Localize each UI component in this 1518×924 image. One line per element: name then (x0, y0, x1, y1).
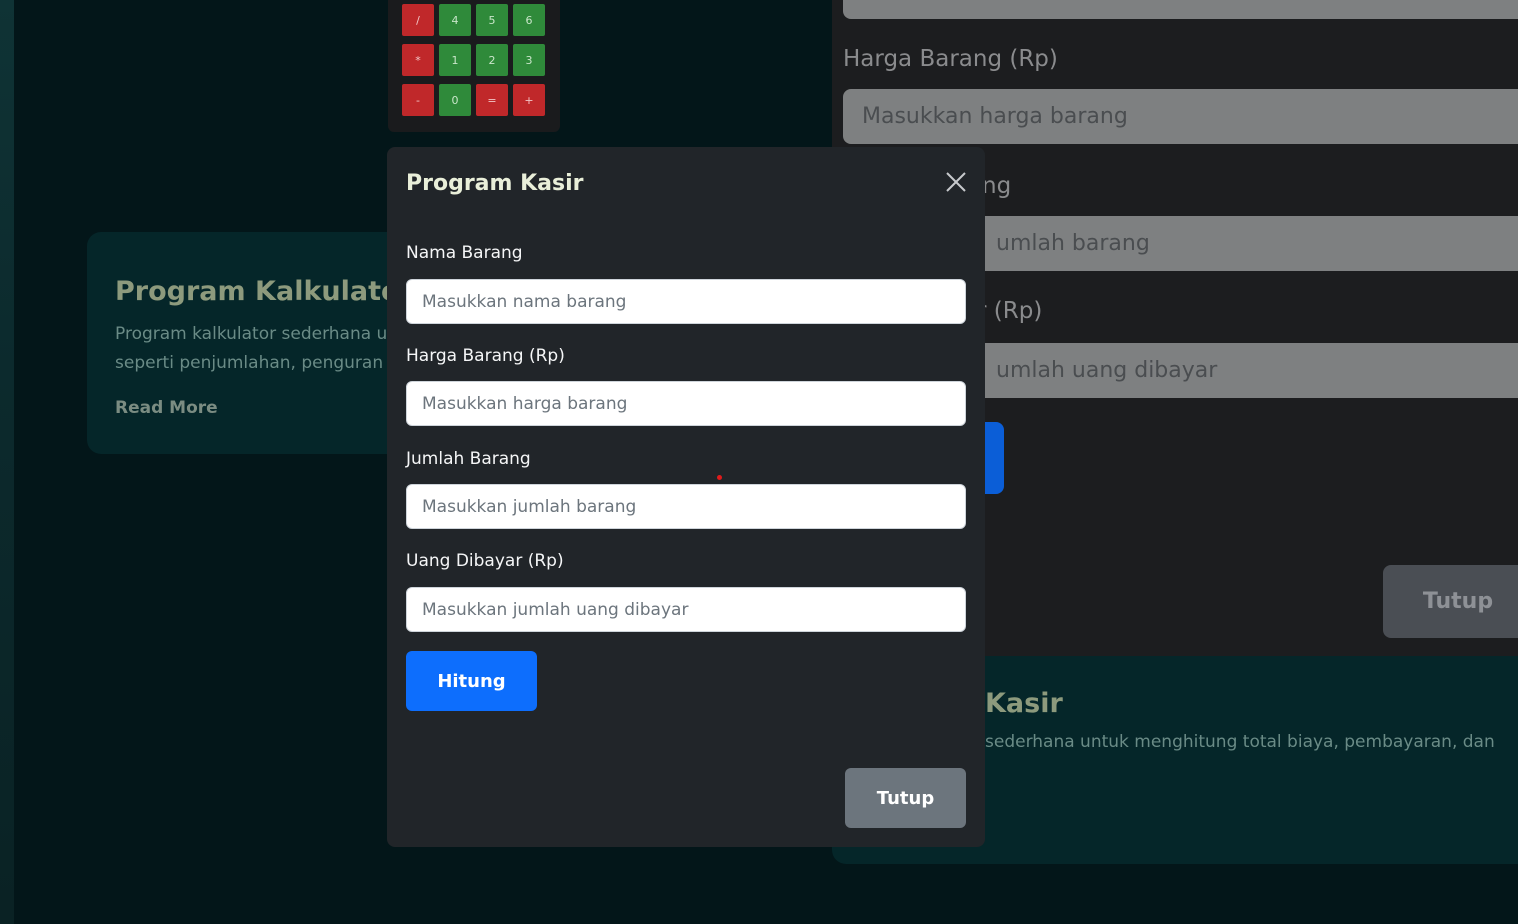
calculator-key: 0 (439, 84, 471, 116)
calculator-key: 6 (513, 4, 545, 36)
calculator-key: 5 (476, 4, 508, 36)
nama-barang-label: Nama Barang (406, 243, 523, 263)
calculator-key: 2 (476, 44, 508, 76)
card-description: Program kalkulator sederhana u seperti p… (115, 320, 407, 378)
jumlah-barang-label: Jumlah Barang (406, 449, 531, 469)
read-more-link[interactable]: Read More (115, 398, 218, 418)
calculator-key: + (513, 84, 545, 116)
nama-barang-input[interactable] (406, 279, 966, 324)
program-kasir-modal: Program Kasir Nama Barang Harga Barang (… (387, 147, 985, 847)
card-description-line-2: seperti penjumlahan, penguran (115, 353, 384, 373)
calculator-preview-image: /4 5 6 * 1 2 3 -0 = + (388, 0, 560, 132)
close-icon[interactable] (943, 169, 969, 195)
background-harga-label: Harga Barang (Rp) (843, 46, 1058, 72)
background-uang-label: r (Rp) (977, 298, 1043, 324)
modal-title: Program Kasir (406, 171, 584, 196)
background-tutup-button: Tutup (1383, 565, 1518, 638)
calculator-key: = (476, 84, 508, 116)
calculator-key: - (402, 84, 434, 116)
page-left-edge (0, 0, 14, 924)
card-description: sederhana untuk menghitung total biaya, … (985, 732, 1495, 752)
jumlah-barang-input[interactable] (406, 484, 966, 529)
calculator-key: / (402, 4, 434, 36)
uang-dibayar-label: Uang Dibayar (Rp) (406, 551, 564, 571)
calculator-key: 3 (513, 44, 545, 76)
card-title: Kasir (985, 688, 1063, 719)
harga-barang-label: Harga Barang (Rp) (406, 346, 565, 366)
harga-barang-input[interactable] (406, 381, 966, 426)
calculator-key: 1 (439, 44, 471, 76)
calculator-key: * (402, 44, 434, 76)
card-program-kalkulator: Program Kalkulator Program kalkulator se… (87, 232, 407, 454)
card-title: Program Kalkulator (115, 276, 407, 307)
background-harga-input: Masukkan harga barang (843, 89, 1518, 144)
background-nama-input (843, 0, 1518, 19)
uang-dibayar-input[interactable] (406, 587, 966, 632)
calculator-keypad: /4 5 6 * 1 2 3 -0 = + (402, 4, 545, 116)
hitung-button[interactable]: Hitung (406, 651, 537, 711)
cursor-dot (717, 475, 722, 480)
background-jumlah-label: ng (982, 173, 1012, 199)
calculator-key: 4 (439, 4, 471, 36)
card-description-line-1: Program kalkulator sederhana u (115, 324, 388, 344)
tutup-button[interactable]: Tutup (845, 768, 966, 828)
